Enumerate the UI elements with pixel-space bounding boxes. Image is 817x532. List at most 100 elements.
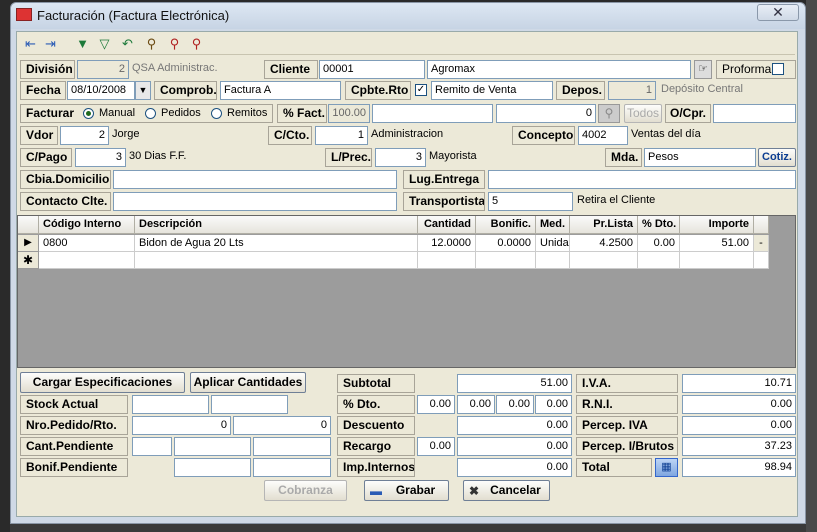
cpbte-rto-checkbox[interactable]: ✓ [415, 84, 427, 96]
save-icon: ▬ [370, 484, 382, 498]
descuento-field[interactable]: 0.00 [457, 416, 572, 435]
cell-dto[interactable]: 0.00 [638, 235, 680, 252]
contacto-field[interactable] [113, 192, 397, 211]
row-marker-icon[interactable]: ▶ [18, 235, 39, 252]
percep-iva-field[interactable]: 0.00 [682, 416, 796, 435]
col-header-med[interactable]: Med. [536, 216, 570, 234]
search-button-icon[interactable]: ⚲ [598, 104, 620, 123]
rni-field[interactable]: 0.00 [682, 395, 796, 414]
col-header-prlista[interactable]: Pr.Lista [570, 216, 638, 234]
row-action-button[interactable]: - [754, 235, 769, 252]
cant-pendiente-field-3[interactable] [253, 437, 331, 456]
bonif-pendiente-field-2[interactable] [253, 458, 331, 477]
cell-prlista[interactable]: 4.2500 [570, 235, 638, 252]
dto-field-2[interactable]: 0.00 [457, 395, 495, 414]
cell-codigo[interactable]: 0800 [39, 235, 135, 252]
depos-code-field[interactable]: 1 [608, 81, 656, 100]
nro-pedido-field[interactable]: 0 [132, 416, 231, 435]
fact-amount-field[interactable]: 0 [496, 104, 596, 123]
todos-button[interactable]: Todos [624, 104, 662, 123]
cell-bonific[interactable]: 0.0000 [476, 235, 536, 252]
dto-field-1[interactable]: 0.00 [417, 395, 455, 414]
col-header-descripcion[interactable]: Descripción [135, 216, 418, 234]
remitos-radio[interactable] [211, 108, 222, 119]
stock-actual-field-1[interactable] [132, 395, 209, 414]
manual-radio[interactable] [83, 108, 94, 119]
transportista-code-field[interactable]: 5 [488, 192, 573, 211]
cell-cantidad[interactable]: 12.0000 [418, 235, 476, 252]
new-row-icon[interactable]: ✱ [18, 252, 39, 269]
new-cell-codigo[interactable] [39, 252, 135, 269]
fact-ref-field[interactable] [372, 104, 493, 123]
iva-field[interactable]: 10.71 [682, 374, 796, 393]
cliente-code-field[interactable]: 00001 [319, 60, 425, 79]
aplicar-cantidades-button[interactable]: Aplicar Cantidades [190, 372, 306, 393]
cell-descripcion[interactable]: Bidon de Agua 20 Lts [135, 235, 418, 252]
cancelar-button[interactable]: ✖ Cancelar [463, 480, 550, 501]
bonif-pendiente-field-1[interactable] [174, 458, 251, 477]
recargo-field[interactable]: 0.00 [457, 437, 572, 456]
col-header-bonific[interactable]: Bonific. [476, 216, 536, 234]
undo-icon[interactable]: ↶ [119, 35, 136, 52]
cell-med[interactable]: Unida [536, 235, 570, 252]
cobranza-button[interactable]: Cobranza [264, 480, 347, 501]
cant-pendiente-field-1[interactable] [132, 437, 172, 456]
grabar-button[interactable]: ▬ Grabar [364, 480, 449, 501]
new-cell-prlista[interactable] [570, 252, 638, 269]
subtotal-field[interactable]: 51.00 [457, 374, 572, 393]
division-code-field[interactable]: 2 [77, 60, 129, 79]
nro-rto-field[interactable]: 0 [233, 416, 331, 435]
new-cell-med[interactable] [536, 252, 570, 269]
mda-label: Mda. [605, 148, 642, 167]
nav-last-icon[interactable]: ⇥ [42, 35, 59, 52]
col-header-dto[interactable]: % Dto. [638, 216, 680, 234]
close-button[interactable]: ✕ [757, 4, 799, 21]
cpbte-rto-field[interactable]: Remito de Venta [431, 81, 553, 100]
cpago-code-field[interactable]: 3 [75, 148, 126, 167]
client-lookup-icon[interactable]: ☞ [694, 60, 712, 79]
pct-fact-field[interactable]: 100.00 [328, 104, 370, 123]
vdor-code-field[interactable]: 2 [60, 126, 109, 145]
lprec-code-field[interactable]: 3 [375, 148, 426, 167]
comprob-field[interactable]: Factura A [220, 81, 341, 100]
col-header-cantidad[interactable]: Cantidad [418, 216, 476, 234]
new-cell-cantidad[interactable] [418, 252, 476, 269]
dto-field-4[interactable]: 0.00 [535, 395, 572, 414]
stock-actual-field-2[interactable] [211, 395, 288, 414]
new-cell-extra[interactable] [754, 252, 769, 269]
col-header-codigo[interactable]: Código Interno [39, 216, 135, 234]
imp-internos-field[interactable]: 0.00 [457, 458, 572, 477]
zoom-icon[interactable]: ⚲ [166, 35, 183, 52]
recargo-pct-field[interactable]: 0.00 [417, 437, 455, 456]
new-cell-bonific[interactable] [476, 252, 536, 269]
new-cell-descripcion[interactable] [135, 252, 418, 269]
concepto-name: Ventas del día [631, 128, 701, 140]
cbia-domicilio-field[interactable] [113, 170, 397, 189]
filter-remove-icon[interactable]: ▽ [96, 35, 113, 52]
lug-entrega-field[interactable] [488, 170, 796, 189]
zoom-alt-icon[interactable]: ⚲ [188, 35, 205, 52]
dto-field-3[interactable]: 0.00 [496, 395, 534, 414]
cliente-name-field[interactable]: Agromax [427, 60, 691, 79]
col-header-importe[interactable]: Importe [680, 216, 754, 234]
new-cell-dto[interactable] [638, 252, 680, 269]
ccto-code-field[interactable]: 1 [315, 126, 368, 145]
ocpr-field[interactable] [713, 104, 796, 123]
date-dropdown-icon[interactable]: ▼ [135, 81, 151, 100]
new-cell-importe[interactable] [680, 252, 754, 269]
total-field[interactable]: 98.94 [682, 458, 796, 477]
proforma-checkbox[interactable] [772, 63, 784, 75]
cant-pendiente-field-2[interactable] [174, 437, 251, 456]
pedidos-radio[interactable] [145, 108, 156, 119]
cell-importe[interactable]: 51.00 [680, 235, 754, 252]
concepto-code-field[interactable]: 4002 [578, 126, 628, 145]
nav-first-icon[interactable]: ⇤ [22, 35, 39, 52]
cotiz-button[interactable]: Cotiz. [758, 148, 796, 167]
percep-ibrutos-field[interactable]: 37.23 [682, 437, 796, 456]
cargar-especificaciones-button[interactable]: Cargar Especificaciones [20, 372, 185, 393]
filter-icon[interactable]: ▼ [74, 35, 91, 52]
fecha-field[interactable]: 08/10/2008 [67, 81, 135, 100]
calculator-icon[interactable]: ▦ [655, 458, 678, 477]
search-icon[interactable]: ⚲ [143, 35, 160, 52]
moneda-field[interactable]: Pesos [644, 148, 756, 167]
